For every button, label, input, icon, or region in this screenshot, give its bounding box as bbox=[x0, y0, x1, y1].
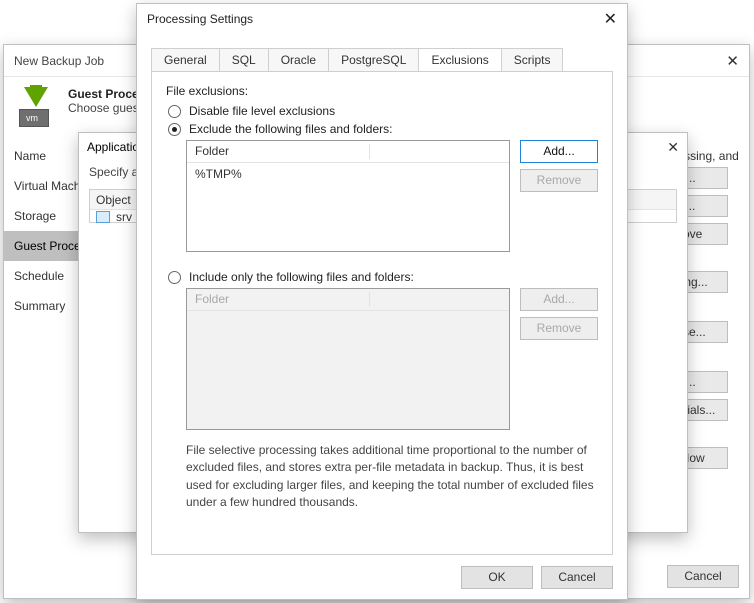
remove-button: Remove bbox=[520, 169, 598, 192]
radio-include-label: Include only the following files and fol… bbox=[189, 270, 414, 284]
radio-exclude-label: Exclude the following files and folders: bbox=[189, 122, 392, 136]
exclude-list[interactable]: Folder %TMP% bbox=[186, 140, 510, 252]
cancel-button[interactable]: Cancel bbox=[541, 566, 613, 589]
radio-disable-label: Disable file level exclusions bbox=[189, 104, 335, 118]
processing-settings-dialog: Processing Settings ✕ GeneralSQLOraclePo… bbox=[136, 3, 628, 600]
radio-disable-row[interactable]: Disable file level exclusions bbox=[168, 104, 598, 118]
add-button[interactable]: Add... bbox=[520, 140, 598, 163]
col-object: Object bbox=[96, 193, 131, 207]
cancel-button[interactable]: Cancel bbox=[667, 565, 739, 588]
row-label: srv bbox=[116, 210, 132, 224]
close-icon[interactable]: ✕ bbox=[726, 52, 739, 70]
radio-icon bbox=[168, 271, 181, 284]
col-folder: Folder bbox=[195, 144, 370, 159]
w3-titlebar[interactable]: Processing Settings ✕ bbox=[137, 4, 627, 34]
tab-postgresql[interactable]: PostgreSQL bbox=[328, 48, 419, 71]
radio-exclude-row[interactable]: Exclude the following files and folders: bbox=[168, 122, 598, 136]
tab-sql[interactable]: SQL bbox=[219, 48, 269, 71]
list-item[interactable]: %TMP% bbox=[187, 163, 509, 185]
include-row: Folder Add... Remove bbox=[186, 288, 598, 430]
w1-footer: Cancel bbox=[657, 555, 749, 598]
w3-footer: OK Cancel bbox=[461, 566, 613, 589]
tab-exclusions[interactable]: Exclusions bbox=[418, 48, 501, 71]
tab-general[interactable]: General bbox=[151, 48, 220, 71]
note-text: File selective processing takes addition… bbox=[186, 442, 598, 512]
tab-scripts[interactable]: Scripts bbox=[501, 48, 564, 71]
exclude-buttons: Add... Remove bbox=[520, 140, 598, 252]
include-buttons: Add... Remove bbox=[520, 288, 598, 430]
include-list: Folder bbox=[186, 288, 510, 430]
remove-button: Remove bbox=[520, 317, 598, 340]
close-icon[interactable]: ✕ bbox=[604, 9, 617, 29]
w3-title: Processing Settings bbox=[147, 12, 604, 26]
radio-icon bbox=[168, 105, 181, 118]
backup-job-icon bbox=[16, 87, 56, 127]
exclusions-page: File exclusions: Disable file level excl… bbox=[151, 71, 613, 555]
exclude-row: Folder %TMP% Add... Remove bbox=[186, 140, 598, 252]
list-header: Folder bbox=[187, 289, 509, 311]
radio-include-row[interactable]: Include only the following files and fol… bbox=[168, 270, 598, 284]
list-header: Folder bbox=[187, 141, 509, 163]
tab-oracle[interactable]: Oracle bbox=[268, 48, 329, 71]
close-icon[interactable]: ✕ bbox=[667, 139, 679, 156]
col-folder: Folder bbox=[195, 292, 370, 307]
add-button: Add... bbox=[520, 288, 598, 311]
radio-icon bbox=[168, 123, 181, 136]
tabs: GeneralSQLOraclePostgreSQLExclusionsScri… bbox=[151, 48, 613, 71]
section-title: File exclusions: bbox=[166, 84, 598, 98]
ok-button[interactable]: OK bbox=[461, 566, 533, 589]
w1-title: New Backup Job bbox=[14, 54, 104, 68]
vm-icon bbox=[96, 211, 110, 223]
